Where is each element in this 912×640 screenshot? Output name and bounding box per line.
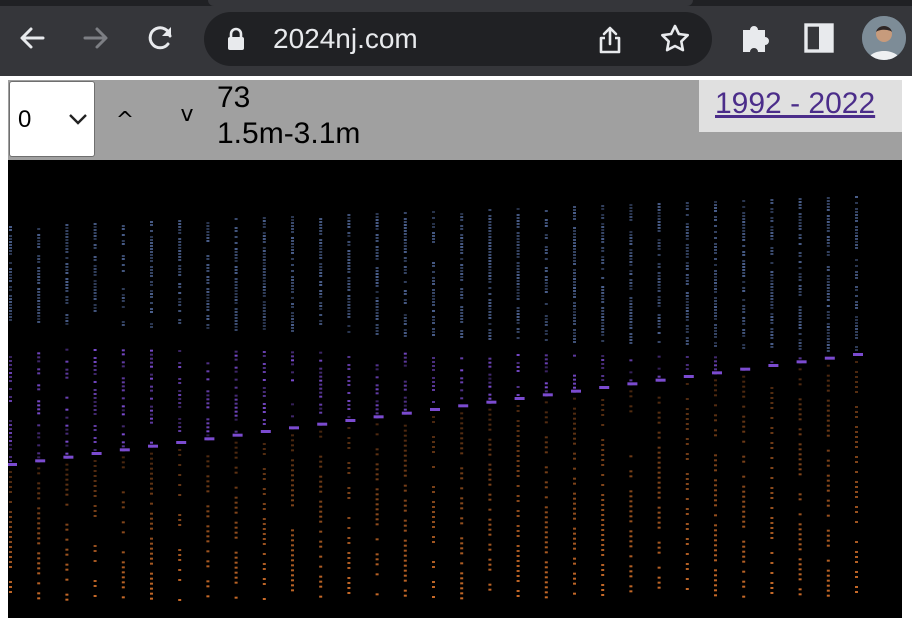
data-column xyxy=(148,221,158,600)
data-column xyxy=(92,223,102,597)
data-column xyxy=(684,202,694,590)
up-button[interactable]: ^ xyxy=(114,108,136,134)
puzzle-icon[interactable] xyxy=(739,20,773,56)
data-column xyxy=(571,206,581,595)
address-bar[interactable]: 2024nj.com xyxy=(204,12,712,66)
year-range-link[interactable]: 1992 - 2022 xyxy=(715,87,875,121)
data-column xyxy=(486,209,496,591)
down-button[interactable]: v xyxy=(176,102,198,128)
select-value: 0 xyxy=(18,106,31,134)
count-value: 73 xyxy=(217,80,360,116)
forward-arrow-icon xyxy=(80,22,112,54)
tab-strip xyxy=(0,0,912,6)
data-column xyxy=(8,226,17,593)
side-panel-icon[interactable] xyxy=(803,20,835,56)
data-column xyxy=(430,211,440,598)
reload-button[interactable] xyxy=(140,18,180,58)
data-column xyxy=(853,196,863,593)
info-readout: 73 1.5m-3.1m xyxy=(217,80,360,152)
active-tab-edge xyxy=(208,0,693,6)
data-column xyxy=(233,218,243,599)
url-text[interactable]: 2024nj.com xyxy=(273,22,418,56)
reload-icon xyxy=(144,22,176,54)
data-column xyxy=(176,220,186,601)
forward-button[interactable] xyxy=(76,18,116,58)
district-select[interactable]: 0 xyxy=(9,81,95,157)
range-value: 1.5m-3.1m xyxy=(217,116,360,152)
back-arrow-icon xyxy=(16,22,48,54)
data-column xyxy=(402,212,412,597)
chevron-down-icon xyxy=(68,112,88,126)
profile-photo-icon xyxy=(862,16,906,60)
page-content: 0 ^ v 73 1.5m-3.1m 1992 - 2022 xyxy=(0,80,912,640)
back-button[interactable] xyxy=(12,18,52,58)
data-column xyxy=(204,222,214,597)
data-column xyxy=(458,213,468,599)
data-column xyxy=(656,203,666,589)
data-column xyxy=(740,200,750,598)
data-column xyxy=(825,197,835,597)
share-icon[interactable] xyxy=(596,25,624,55)
data-column xyxy=(768,199,778,594)
lock-icon[interactable] xyxy=(226,27,246,51)
data-column xyxy=(120,225,130,598)
controls-bar: 0 ^ v 73 1.5m-3.1m 1992 - 2022 xyxy=(8,80,902,160)
year-range-box: 1992 - 2022 xyxy=(699,80,902,132)
star-icon[interactable] xyxy=(659,23,691,55)
visualization-canvas xyxy=(8,160,902,618)
data-column xyxy=(374,213,384,595)
avatar[interactable] xyxy=(862,16,906,60)
data-column xyxy=(289,216,299,591)
data-column xyxy=(515,208,525,597)
data-column xyxy=(599,205,609,596)
data-column xyxy=(261,217,271,600)
data-column xyxy=(712,201,722,596)
data-column xyxy=(797,198,807,595)
data-column xyxy=(627,204,637,592)
data-column xyxy=(543,210,553,598)
data-column xyxy=(63,224,73,601)
data-column xyxy=(35,228,45,599)
browser-toolbar: 2024nj.com xyxy=(0,0,912,76)
data-column xyxy=(345,214,355,594)
data-column xyxy=(317,218,327,598)
